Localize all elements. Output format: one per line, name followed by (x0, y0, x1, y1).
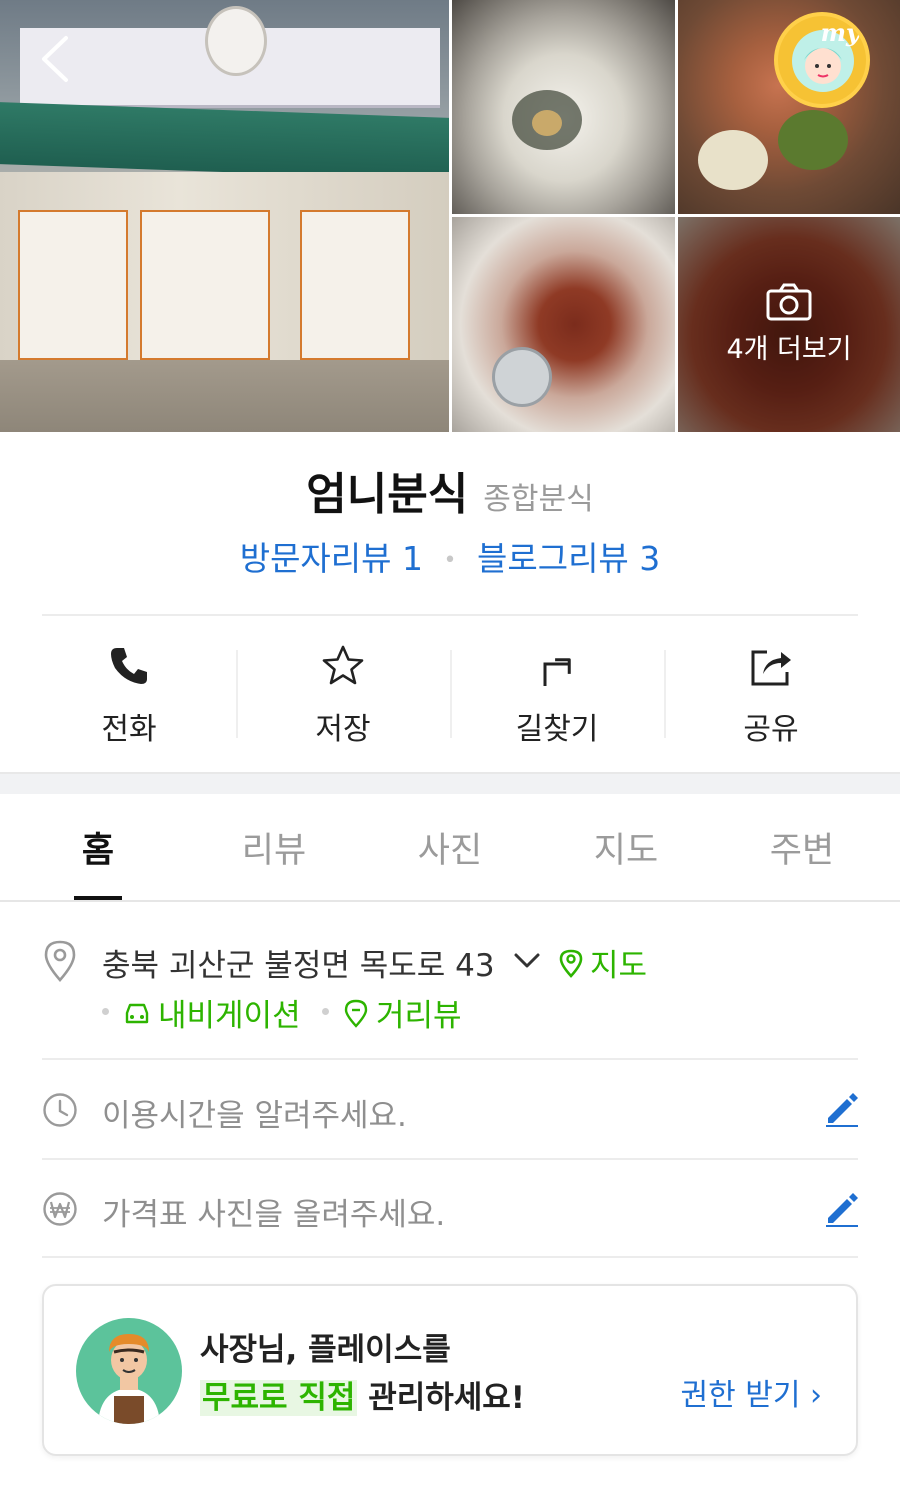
pencil-icon[interactable] (822, 1190, 860, 1228)
chevron-left-icon (42, 36, 68, 82)
owner-promo-card[interactable]: 사장님, 플레이스를 무료로 직접 관리하세요! 권한 받기 › (42, 1284, 858, 1456)
price-prompt[interactable]: 가격표 사진을 올려주세요. (102, 1189, 445, 1234)
map-pin-icon (559, 949, 583, 978)
tab-bar: 홈 리뷰 사진 지도 주변 (10, 800, 890, 900)
visitor-review-link[interactable]: 방문자리뷰 1 (240, 539, 423, 578)
store-window (300, 210, 410, 360)
navigation-link-label: 내비게이션 (158, 998, 301, 1034)
owner-subtitle: 무료로 직접 관리하세요! (200, 1372, 525, 1417)
directions-label: 길찾기 (515, 712, 599, 747)
roadview-pin-icon (344, 999, 368, 1028)
back-button[interactable] (36, 34, 80, 84)
tab-photo[interactable]: 사진 (362, 800, 538, 900)
my-profile-button[interactable]: my (774, 12, 870, 108)
place-category: 종합분식 (483, 482, 594, 517)
store-window (140, 210, 270, 360)
share-button[interactable]: 공유 (664, 640, 878, 750)
car-icon (125, 1003, 149, 1023)
place-title-row: 엄니분식 종합분식 (0, 458, 900, 522)
address-text: 충북 괴산군 불정면 목도로 43 (102, 948, 495, 984)
divider (42, 1158, 858, 1160)
directions-button[interactable]: 길찾기 (450, 640, 664, 750)
shop-owner-icon (98, 1334, 160, 1424)
store-window (18, 210, 128, 360)
food-photo-table[interactable] (452, 217, 675, 432)
roadview-link[interactable]: 거리뷰 (342, 990, 462, 1035)
side-dish (698, 130, 768, 190)
save-button[interactable]: 저장 (236, 640, 450, 750)
clock-icon (43, 1093, 77, 1127)
sidewalk (0, 360, 449, 432)
tab-divider (0, 900, 900, 902)
my-label: my (820, 18, 860, 47)
tab-map[interactable]: 지도 (538, 800, 714, 900)
map-link[interactable]: 지도 (558, 940, 647, 985)
place-name: 엄니분식 (306, 469, 469, 520)
location-pin-icon (44, 940, 76, 982)
star-icon (322, 645, 364, 685)
camera-icon (766, 283, 812, 321)
owner-avatar (76, 1318, 182, 1424)
separator-dot (102, 1008, 109, 1015)
call-button[interactable]: 전화 (22, 640, 236, 750)
won-icon (43, 1192, 77, 1226)
divider (42, 1256, 858, 1258)
chevron-down-icon[interactable] (512, 946, 542, 976)
side-dish (778, 110, 848, 170)
roadview-link-label: 거리뷰 (376, 998, 462, 1034)
share-label: 공유 (743, 712, 799, 747)
sesame-topping (532, 110, 562, 136)
map-link-label: 지도 (590, 948, 648, 984)
separator-dot (322, 1008, 329, 1015)
food-photo-noodles[interactable] (452, 0, 675, 214)
blog-review-link[interactable]: 블로그리뷰 3 (477, 539, 660, 578)
navigation-link[interactable]: 내비게이션 (122, 990, 301, 1035)
more-photos-button[interactable]: 4개 더보기 (678, 217, 900, 432)
phone-icon (111, 648, 147, 684)
share-icon (751, 650, 791, 686)
metal-bowl (492, 347, 552, 407)
tab-home[interactable]: 홈 (10, 800, 186, 900)
claim-permission-link[interactable]: 권한 받기 › (681, 1370, 822, 1414)
divider (42, 1058, 858, 1060)
review-summary: 방문자리뷰 1 • 블로그리뷰 3 (0, 532, 900, 580)
divider (42, 614, 858, 616)
directions-icon (543, 658, 571, 686)
tab-review[interactable]: 리뷰 (186, 800, 362, 900)
save-label: 저장 (315, 712, 371, 747)
hours-prompt[interactable]: 이용시간을 알려주세요. (102, 1090, 407, 1135)
round-sign (205, 6, 267, 76)
green-awning (0, 102, 449, 180)
owner-highlight: 무료로 직접 (200, 1380, 358, 1416)
call-label: 전화 (101, 712, 157, 747)
separator-dot: • (443, 548, 457, 573)
owner-title: 사장님, 플레이스를 (200, 1332, 451, 1368)
section-band (0, 772, 900, 794)
tab-nearby[interactable]: 주변 (714, 800, 890, 900)
more-photos-label: 4개 더보기 (726, 334, 852, 365)
owner-subtitle-rest: 관리하세요! (357, 1380, 525, 1416)
action-bar: 전화 저장 길찾기 공유 (22, 640, 878, 750)
photo-gallery: 4개 더보기 my (0, 0, 900, 432)
pencil-icon[interactable] (822, 1090, 860, 1128)
